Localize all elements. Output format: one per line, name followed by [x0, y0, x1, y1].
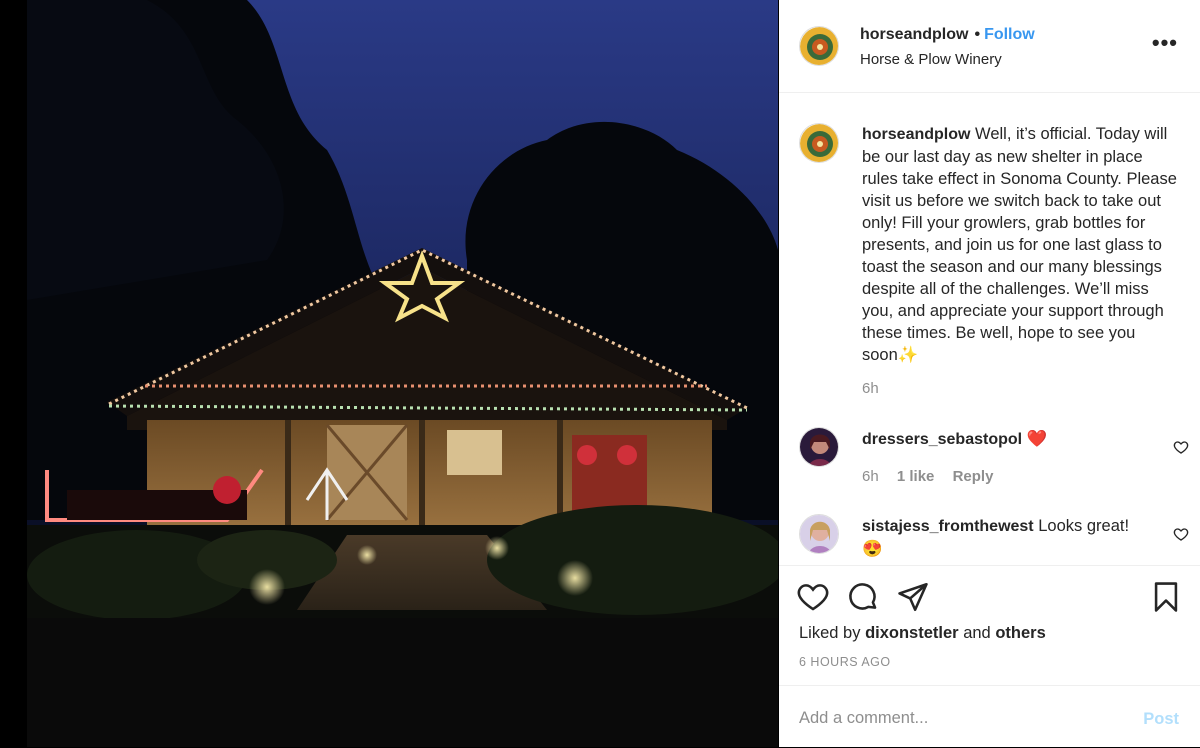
add-comment-bar: Post — [779, 685, 1200, 748]
comment-likes[interactable]: 1 like — [897, 468, 935, 485]
horseandplow-logo-icon — [800, 124, 838, 162]
comment-username[interactable]: sistajess_fromthewest — [862, 518, 1034, 535]
author-username[interactable]: horseandplow — [860, 26, 968, 43]
post-timestamp[interactable]: 6 HOURS AGO — [799, 655, 891, 669]
winery-night-photo — [27, 0, 778, 747]
post-actions: Liked by dixonstetler and others 6 HOURS… — [779, 565, 1200, 686]
commenter-avatar[interactable] — [799, 514, 839, 554]
liked-by-prefix: Liked by — [799, 624, 861, 642]
post-photo[interactable] — [27, 0, 778, 747]
caption-body: horseandplow Well, it’s official. Today … — [862, 123, 1180, 366]
comment-reply-button[interactable]: Reply — [953, 468, 994, 485]
commenter-avatar[interactable] — [799, 427, 839, 467]
comment-text: ❤️ — [1026, 430, 1048, 448]
post-header: horseandplow • Follow Horse & Plow Winery … — [779, 0, 1200, 93]
comments-list[interactable]: horseandplow Well, it’s official. Today … — [779, 93, 1200, 565]
comment-bubble-icon[interactable] — [846, 580, 880, 614]
caption-avatar[interactable] — [799, 123, 839, 163]
save-bookmark-icon[interactable] — [1149, 580, 1183, 614]
comment-body: sistajess_fromthewest Looks great! 😍 — [862, 515, 1132, 560]
comment-item: dressers_sebastopol ❤️ 6h 1 like Reply — [799, 427, 1189, 487]
comment-time[interactable]: 6h — [862, 468, 879, 485]
profile-photo-icon — [800, 515, 838, 553]
caption-username[interactable]: horseandplow — [862, 126, 970, 143]
post-side-panel: horseandplow • Follow Horse & Plow Winery … — [779, 0, 1200, 747]
header-user-line: horseandplow • Follow — [860, 26, 1035, 44]
follow-button[interactable]: Follow — [984, 26, 1035, 43]
like-heart-icon[interactable] — [796, 580, 830, 614]
more-horizontal-icon[interactable]: ••• — [1152, 32, 1178, 54]
comment-username[interactable]: dressers_sebastopol — [862, 431, 1022, 448]
caption-time[interactable]: 6h — [862, 380, 879, 397]
post-comment-button[interactable]: Post — [1143, 710, 1179, 729]
liked-by-and: and — [963, 624, 991, 642]
caption-comment: horseandplow Well, it’s official. Today … — [799, 123, 1189, 403]
header-separator: • — [974, 26, 981, 43]
add-comment-input[interactable] — [799, 704, 1119, 732]
liked-by-others[interactable]: others — [995, 624, 1045, 642]
liked-by-user[interactable]: dixonstetler — [865, 624, 959, 642]
horseandplow-logo-icon — [800, 27, 838, 65]
profile-photo-icon — [800, 428, 838, 466]
like-comment-heart-icon[interactable] — [1173, 439, 1189, 455]
author-avatar[interactable] — [799, 26, 839, 66]
share-paper-plane-icon[interactable] — [896, 580, 930, 614]
comment-item: sistajess_fromthewest Looks great! 😍 — [799, 514, 1189, 565]
like-comment-heart-icon[interactable] — [1173, 526, 1189, 542]
caption-meta: 6h — [862, 380, 893, 397]
post-location[interactable]: Horse & Plow Winery — [860, 51, 1002, 68]
liked-by-line: Liked by dixonstetler and others — [799, 624, 1046, 643]
caption-text: Well, it’s official. Today will be our l… — [862, 125, 1177, 364]
comment-meta: 6h 1 like Reply — [862, 468, 1007, 485]
comment-body: dressers_sebastopol ❤️ — [862, 428, 1162, 451]
